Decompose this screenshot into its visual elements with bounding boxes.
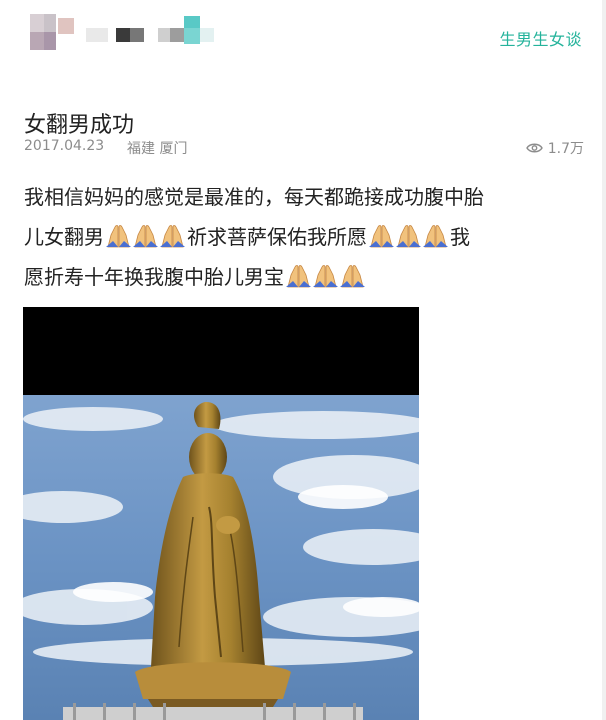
post-body: 我相信妈妈的感觉是最准的，每天都跪接成功腹中胎 儿女翻男 祈求菩萨保佑我所愿 我 愿…	[24, 177, 586, 297]
folded-hands-icon	[312, 262, 339, 288]
folded-hands-icon	[285, 262, 312, 288]
body-line-3: 愿折寿十年换我腹中胎儿男宝	[24, 257, 586, 297]
folded-hands-icon	[395, 222, 422, 248]
post-header: 生男生女谈	[0, 0, 606, 70]
folded-hands-icon	[159, 222, 186, 248]
post-location: 福建 厦门	[127, 141, 188, 157]
post-photo[interactable]	[23, 307, 419, 720]
eye-icon	[525, 143, 543, 153]
folded-hands-emoji-group	[105, 222, 186, 248]
body-text: 祈求菩萨保佑我所愿	[187, 225, 367, 249]
folded-hands-icon	[368, 222, 395, 248]
folded-hands-icon	[105, 222, 132, 248]
body-text: 我	[450, 225, 470, 249]
guanyin-statue-photo	[23, 307, 419, 720]
post-title: 女翻男成功	[24, 112, 135, 138]
category-link[interactable]: 生男生女谈	[499, 26, 582, 50]
body-text: 儿女翻男	[24, 225, 104, 249]
body-line-1: 我相信妈妈的感觉是最准的，每天都跪接成功腹中胎	[24, 177, 586, 217]
view-count-value: 1.7万	[547, 141, 584, 157]
folded-hands-emoji-group	[285, 262, 366, 288]
folded-hands-icon	[339, 262, 366, 288]
post-date: 2017.04.23	[24, 138, 105, 154]
body-text: 我相信妈妈的感觉是最准的，每天都跪接成功腹中胎	[24, 185, 484, 209]
folded-hands-emoji-group	[368, 222, 449, 248]
folded-hands-icon	[132, 222, 159, 248]
page-edge	[602, 0, 606, 720]
author-avatar-blurred[interactable]	[30, 14, 225, 50]
body-text: 愿折寿十年换我腹中胎儿男宝	[24, 265, 284, 289]
folded-hands-icon	[422, 222, 449, 248]
view-count: 1.7万	[525, 138, 584, 158]
post-meta: 2017.04.23 福建 厦门 1.7万	[24, 138, 584, 160]
body-line-2: 儿女翻男 祈求菩萨保佑我所愿 我	[24, 217, 586, 257]
